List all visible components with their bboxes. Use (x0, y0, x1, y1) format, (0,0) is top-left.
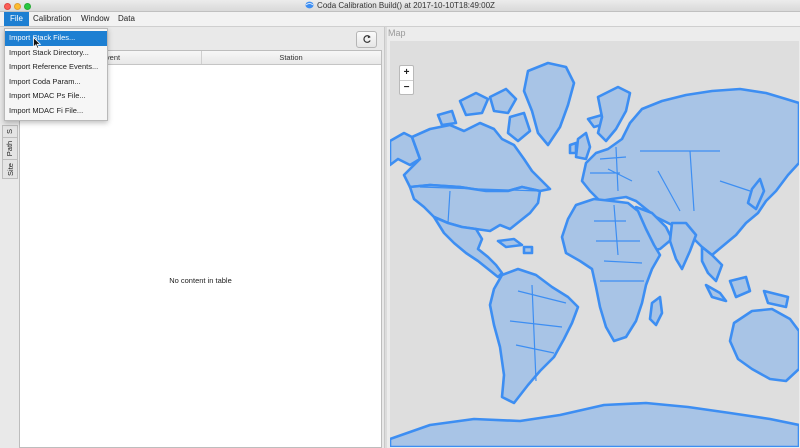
tab-site-label: Site (5, 162, 15, 176)
tab-s[interactable]: S (2, 125, 18, 137)
world-map-graphic (390, 61, 799, 447)
landmass-arctic-island-1 (458, 91, 490, 117)
menubar: File Calibration Window Data (0, 12, 800, 27)
menu-item-import-mdac-ps-file[interactable]: Import MDAC Ps File... (5, 89, 107, 104)
landmass-new-guinea (762, 289, 790, 309)
landmass-cuba (496, 237, 524, 249)
landmass-sumatra (704, 283, 728, 303)
tab-s-label: S (5, 128, 15, 135)
menu-data[interactable]: Data (112, 12, 141, 26)
column-header-station[interactable]: Station (201, 51, 381, 64)
landmass-hispaniola (522, 245, 534, 255)
window-title: Coda Calibration Build() at 2017-10-10T1… (0, 1, 800, 11)
menu-window[interactable]: Window (75, 12, 115, 26)
landmass-arctic-island-2 (488, 87, 518, 115)
map-zoom-in-button[interactable]: + (400, 66, 413, 80)
map-zoom-out-button[interactable]: − (400, 80, 413, 95)
landmass-madagascar (648, 295, 664, 327)
landmass-borneo (728, 275, 752, 299)
tab-path[interactable]: Path (2, 137, 18, 159)
menu-file[interactable]: File (4, 12, 29, 26)
map-zoom-control: + − (399, 65, 414, 95)
refresh-button[interactable] (356, 31, 377, 48)
menu-item-import-stack-files[interactable]: Import Stack Files... (5, 31, 107, 46)
landmass-australia (728, 307, 799, 383)
refresh-icon (362, 35, 371, 43)
tab-site[interactable]: Site (2, 159, 18, 179)
landmass-usa (408, 183, 542, 233)
vertical-tabs: S Path Site (2, 125, 18, 179)
tab-path-label: Path (5, 140, 15, 157)
landmass-baffin-island (506, 111, 532, 143)
menu-item-import-mdac-fi-file[interactable]: Import MDAC Fi File... (5, 104, 107, 119)
menu-item-import-stack-directory[interactable]: Import Stack Directory... (5, 46, 107, 61)
map-title: Map (388, 28, 406, 38)
map-pane: Map + − (387, 27, 800, 448)
landmass-india (668, 221, 698, 271)
landmass-ireland (568, 141, 578, 155)
empty-table-message: No content in table (169, 276, 232, 285)
menu-item-import-coda-param[interactable]: Import Coda Param... (5, 75, 107, 90)
landmass-great-britain (574, 131, 592, 161)
world-map[interactable]: + − (390, 41, 799, 447)
window-title-text: Coda Calibration Build() at 2017-10-10T1… (317, 1, 495, 10)
menu-calibration[interactable]: Calibration (27, 12, 77, 26)
file-menu-dropdown: Import Stack Files... Import Stack Direc… (4, 28, 108, 121)
menu-item-import-reference-events[interactable]: Import Reference Events... (5, 60, 107, 75)
app-icon (305, 1, 314, 9)
landmass-antarctica (390, 401, 799, 447)
landmass-greenland (522, 61, 576, 147)
landmass-arctic-island-3 (436, 109, 458, 127)
window-titlebar: Coda Calibration Build() at 2017-10-10T1… (0, 0, 800, 12)
mouse-pointer-icon (33, 37, 41, 49)
